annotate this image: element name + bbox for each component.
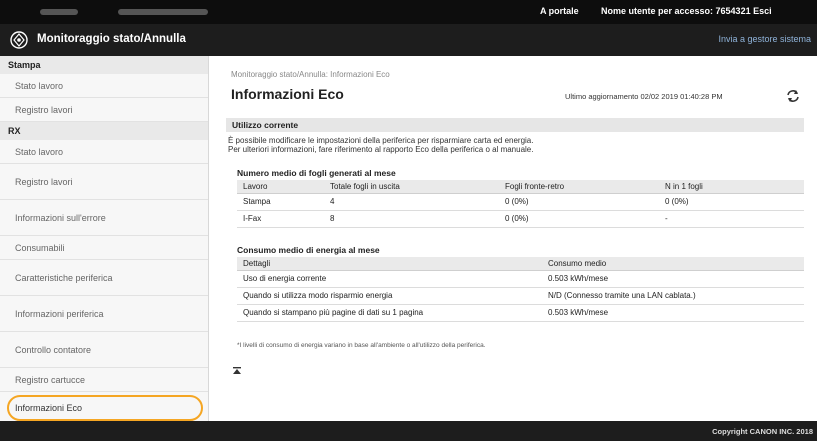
header-title: Monitoraggio stato/Annulla [37, 33, 186, 45]
sidebar-item-stampa-stato-lavoro[interactable]: Stato lavoro [0, 74, 208, 98]
sidebar-item-counter-check[interactable]: Controllo contatore [0, 332, 208, 368]
selection-highlight [7, 395, 203, 421]
table-cell: 0.503 kWh/mese [542, 304, 804, 322]
table-cell: Stampa [237, 193, 324, 211]
table-cell: Quando si stampano più pagine di dati su… [237, 304, 542, 322]
table-row: Uso di energia corrente 0.503 kWh/mese [237, 270, 804, 288]
refresh-icon[interactable] [786, 89, 800, 103]
blurred-product-name [40, 9, 78, 15]
table-header-row: Dettagli Consumo medio [237, 257, 804, 271]
page-footer: Copyright CANON INC. 2018 [0, 421, 817, 441]
user-login-info: Nome utente per accesso: 7654321 Esci [601, 6, 772, 16]
table-cell: Quando si utilizza modo risparmio energi… [237, 287, 542, 305]
column-header: Lavoro [237, 180, 324, 194]
sidebar-item-rx-registro-lavori[interactable]: Registro lavori [0, 164, 208, 200]
table-cell: 0 (0%) [499, 210, 659, 228]
column-header: Consumo medio [542, 257, 804, 271]
sidebar-item-cartridge-log[interactable]: Registro cartucce [0, 368, 208, 392]
table-header-row: Lavoro Totale fogli in uscita Fogli fron… [237, 180, 804, 194]
column-header: Dettagli [237, 257, 542, 271]
column-header: N in 1 fogli [659, 180, 804, 194]
table-cell: 0 (0%) [499, 193, 659, 211]
table-row: Quando si utilizza modo risparmio energi… [237, 287, 804, 305]
table-cell: 0.503 kWh/mese [542, 270, 804, 288]
table-cell: 0 (0%) [659, 193, 804, 211]
column-header: Totale fogli in uscita [324, 180, 499, 194]
send-to-admin-link[interactable]: Invia a gestore sistema [718, 34, 811, 44]
sidebar-item-device-features[interactable]: Caratteristiche periferica [0, 260, 208, 296]
column-header: Fogli fronte-retro [499, 180, 659, 194]
sidebar-item-error-info[interactable]: Informazioni sull'errore [0, 200, 208, 236]
copyright-text: Copyright CANON INC. 2018 [712, 427, 813, 436]
table-row: I-Fax 8 0 (0%) - [237, 210, 804, 228]
footnote: *I livelli di consumo di energia variano… [237, 342, 486, 349]
table-cell: I-Fax [237, 210, 324, 228]
paper-usage-table: Lavoro Totale fogli in uscita Fogli fron… [237, 180, 804, 228]
scroll-to-top-icon[interactable] [232, 366, 242, 376]
monitor-status-icon [10, 31, 28, 49]
table-cell: 8 [324, 210, 499, 228]
breadcrumb: Monitoraggio stato/Annulla: Informazioni… [231, 70, 390, 79]
table-cell: Uso di energia corrente [237, 270, 542, 288]
sidebar-item-stampa-registro-lavori[interactable]: Registro lavori [0, 98, 208, 122]
table-row: Quando si stampano più pagine di dati su… [237, 304, 804, 322]
page-header: Monitoraggio stato/Annulla Invia a gesto… [0, 24, 817, 56]
sidebar: Stampa Stato lavoro Registro lavori RX S… [0, 56, 209, 424]
sidebar-group-rx: RX [0, 122, 208, 140]
sidebar-item-rx-stato-lavoro[interactable]: Stato lavoro [0, 140, 208, 164]
paper-table-title: Numero medio di fogli generati al mese [237, 168, 396, 178]
section-description: È possibile modificare le impostazioni d… [228, 136, 533, 154]
section-header: Utilizzo corrente [226, 118, 804, 132]
sidebar-group-stampa: Stampa [0, 56, 208, 74]
sidebar-item-eco-info[interactable]: Informazioni Eco [0, 392, 208, 424]
description-line-1: È possibile modificare le impostazioni d… [228, 136, 534, 145]
top-bar: A portale Nome utente per accesso: 76543… [0, 0, 817, 24]
main-content: Monitoraggio stato/Annulla: Informazioni… [210, 56, 817, 421]
last-update-timestamp: Ultimo aggiornamento 02/02 2019 01:40:28… [565, 92, 723, 101]
sidebar-item-consumables[interactable]: Consumabili [0, 236, 208, 260]
sidebar-item-device-info[interactable]: Informazioni periferica [0, 296, 208, 332]
blurred-device-name [118, 9, 208, 15]
table-cell: 4 [324, 193, 499, 211]
energy-consumption-table: Dettagli Consumo medio Uso di energia co… [237, 257, 804, 322]
description-line-2: Per ulteriori informazioni, fare riferim… [228, 145, 534, 154]
energy-table-title: Consumo medio di energia al mese [237, 245, 380, 255]
table-row: Stampa 4 0 (0%) 0 (0%) [237, 193, 804, 211]
portal-link[interactable]: A portale [540, 6, 579, 16]
table-cell: - [659, 210, 804, 228]
page-title: Informazioni Eco [231, 86, 344, 102]
table-cell: N/D (Connesso tramite una LAN cablata.) [542, 287, 804, 305]
